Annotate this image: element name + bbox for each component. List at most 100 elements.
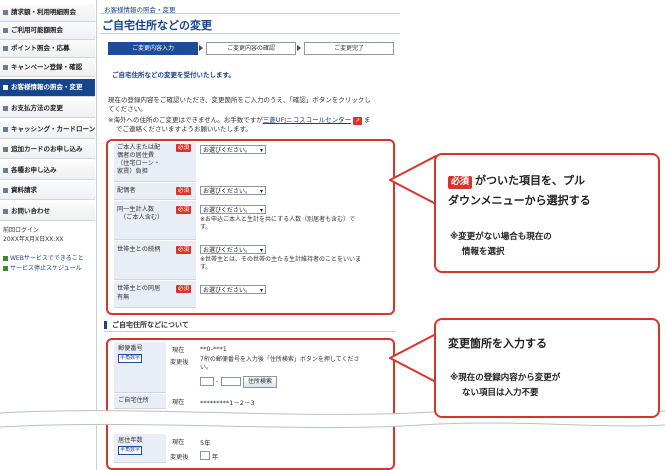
callout-pointer	[389, 333, 437, 383]
required-badge: 必須	[448, 176, 473, 189]
divider	[100, 13, 400, 14]
link-web-services[interactable]: WEBサービスでできること	[3, 253, 84, 262]
relationship-select[interactable]: お選びください。	[200, 245, 266, 255]
callout-required-fields: 必須 がついた項目を、プル ダウンメニューから選択する ※変更がない場合も現在の …	[434, 153, 660, 273]
sidebar-item-cashing[interactable]: キャッシング・カードローン	[0, 121, 95, 139]
arrow-right-icon	[297, 45, 301, 51]
current-label: 現在	[172, 439, 185, 446]
sidebar-item-points[interactable]: ポイント照会・応募	[0, 40, 95, 58]
relationship-note-2: す。	[200, 264, 212, 271]
field-label-household-size: 同一生計人数 （ご本人含む） 必須	[114, 201, 196, 240]
sidebar: 請求額・利用明細照会 ご利用可能額照会 ポイント照会・応募 キャンペーン登録・確…	[0, 0, 97, 470]
arrow-right-icon	[199, 45, 203, 51]
bullet-icon	[3, 209, 8, 214]
halfwidth-badge: 半角数字	[118, 354, 143, 363]
sidebar-item-label: お客様情報の照会・変更	[11, 83, 83, 91]
sidebar-item-additional-card[interactable]: 追加カードのお申し込み	[0, 141, 95, 159]
instruction-line-2: てください。	[108, 105, 147, 113]
divider	[100, 33, 400, 34]
sidebar-item-label: お問い合わせ	[11, 207, 50, 215]
after-label: 変更後	[170, 359, 189, 366]
page-title: ご自宅住所などの変更	[102, 19, 212, 32]
required-badge: 必須	[176, 187, 192, 195]
sidebar-item-label: 資料請求	[11, 186, 37, 194]
bullet-icon	[3, 28, 8, 33]
step-confirm: ご変更内容の確認	[206, 42, 296, 55]
step-complete: ご変更完了	[304, 42, 394, 55]
current-label: 現在	[172, 347, 185, 354]
sidebar-item-payment-method[interactable]: お支払方法の変更	[0, 100, 95, 118]
callout-pointer	[389, 155, 437, 205]
field-label-cohabitation: 世帯主との同居 有無 必須	[114, 281, 196, 308]
field-label-relationship: 世帯主との続柄 必須	[114, 241, 196, 280]
field-label-years: 居住年数 半角数字	[114, 434, 166, 463]
household-size-note-1: ※お申込ご本人と生計を共にする人数（別居者も含む）で	[200, 216, 356, 223]
sidebar-item-contact[interactable]: お問い合わせ	[0, 203, 95, 221]
bullet-icon	[3, 106, 8, 111]
spouse-select[interactable]: お選びください。	[200, 186, 266, 196]
years-input[interactable]	[200, 451, 210, 460]
relationship-note-1: ※世帯主とは、その世帯の主たる生計維持者のことをいいま	[200, 256, 362, 263]
overseas-note: ※海外への住所のご変更はできません。お手数ですが三菱UFJニコスコールセンター ↗…	[108, 116, 371, 125]
bullet-icon	[3, 10, 8, 15]
sidebar-item-label: ご利用可能額照会	[11, 26, 63, 34]
sidebar-item-applications[interactable]: 各種お申し込み	[0, 162, 95, 180]
call-center-link[interactable]: 三菱UFJニコスコールセンター	[263, 116, 351, 124]
halfwidth-badge: 半角数字	[118, 446, 143, 455]
callout-input-fields: 変更箇所を入力する ※現在の登録内容から変更が ない項目は入力不要	[434, 318, 660, 418]
bullet-icon	[3, 46, 8, 51]
after-label: 変更後	[170, 454, 189, 461]
address-search-button[interactable]: 住所検索	[243, 376, 277, 388]
bullet-icon	[3, 188, 8, 193]
last-login-value: 20XX年X月X日XX:XX	[3, 236, 64, 243]
sidebar-item-campaign[interactable]: キャンペーン登録・確認	[0, 59, 95, 77]
required-badge: 必須	[176, 285, 192, 293]
last-login-label: 前回ログイン	[3, 227, 40, 234]
sidebar-item-customer-info[interactable]: お客様情報の照会・変更	[0, 79, 95, 97]
cohabitation-select[interactable]: お選びください。	[200, 285, 266, 295]
sidebar-item-label: 請求額・利用明細照会	[11, 8, 76, 16]
required-badge: 必須	[176, 246, 192, 254]
sidebar-item-label: 追加カードのお申し込み	[11, 145, 83, 153]
bullet-icon	[3, 85, 8, 90]
postal-current-value: **0-***1	[200, 345, 227, 353]
bullet-icon	[3, 127, 8, 132]
arrow-icon	[3, 256, 8, 261]
sidebar-item-documents[interactable]: 資料請求	[0, 182, 95, 200]
field-label-housing-cost: ご本人または配 偶者の居住費 （住宅ローン・ 家賃）負担 必須	[114, 143, 196, 182]
postal-second-input[interactable]	[221, 377, 241, 386]
field-label-postal: 郵便番号 半角数字	[114, 342, 166, 393]
arrow-icon	[3, 266, 8, 271]
household-size-select[interactable]: お選びください。	[200, 205, 266, 215]
years-current-value: 5年	[200, 439, 211, 447]
postal-instruction-1: 7桁の郵便番号を入力後「住所検索」ボタンを押してくださ	[200, 356, 360, 363]
step-input: ご変更内容入力	[108, 42, 198, 55]
sidebar-item-label: キャンペーン登録・確認	[11, 63, 83, 71]
sidebar-item-label: 各種お申し込み	[11, 166, 57, 174]
bullet-icon	[3, 65, 8, 70]
required-badge: 必須	[176, 206, 192, 214]
housing-cost-select[interactable]: お選びください。	[200, 145, 266, 155]
dash-separator: -	[216, 378, 219, 385]
sidebar-item-label: お支払方法の変更	[11, 104, 63, 112]
divider	[104, 331, 396, 332]
instruction-line-1: 現在の登録内容をご確認いただき、変更箇所をご入力のうえ、「確認」ボタンをクリック…	[108, 96, 371, 104]
required-badge: 必須	[176, 144, 192, 152]
link-service-schedule[interactable]: サービス停止スケジュール	[3, 263, 82, 272]
postal-instruction-2: い。	[200, 364, 213, 371]
section-marker	[104, 321, 107, 329]
postal-first-input[interactable]	[200, 377, 214, 386]
external-link-icon: ↗	[353, 117, 362, 125]
years-unit: 年	[212, 454, 219, 461]
field-label-spouse: 配偶者 必須	[114, 183, 196, 200]
household-size-note-2: す。	[200, 224, 212, 231]
accept-message: ご自宅住所などの変更を受付いたします。	[112, 71, 235, 79]
sidebar-item-label: ポイント照会・応募	[11, 44, 70, 52]
section-heading: ご自宅住所などについて	[112, 321, 189, 329]
sidebar-item-label: キャッシング・カードローン	[11, 125, 95, 133]
sidebar-item-billing[interactable]: 請求額・利用明細照会	[0, 4, 95, 22]
bullet-icon	[3, 168, 8, 173]
overseas-note-line-2: でご連絡くださいますようお願いいたします。	[116, 125, 252, 133]
sidebar-item-available-amount[interactable]: ご利用可能額照会	[0, 22, 95, 40]
bullet-icon	[3, 147, 8, 152]
